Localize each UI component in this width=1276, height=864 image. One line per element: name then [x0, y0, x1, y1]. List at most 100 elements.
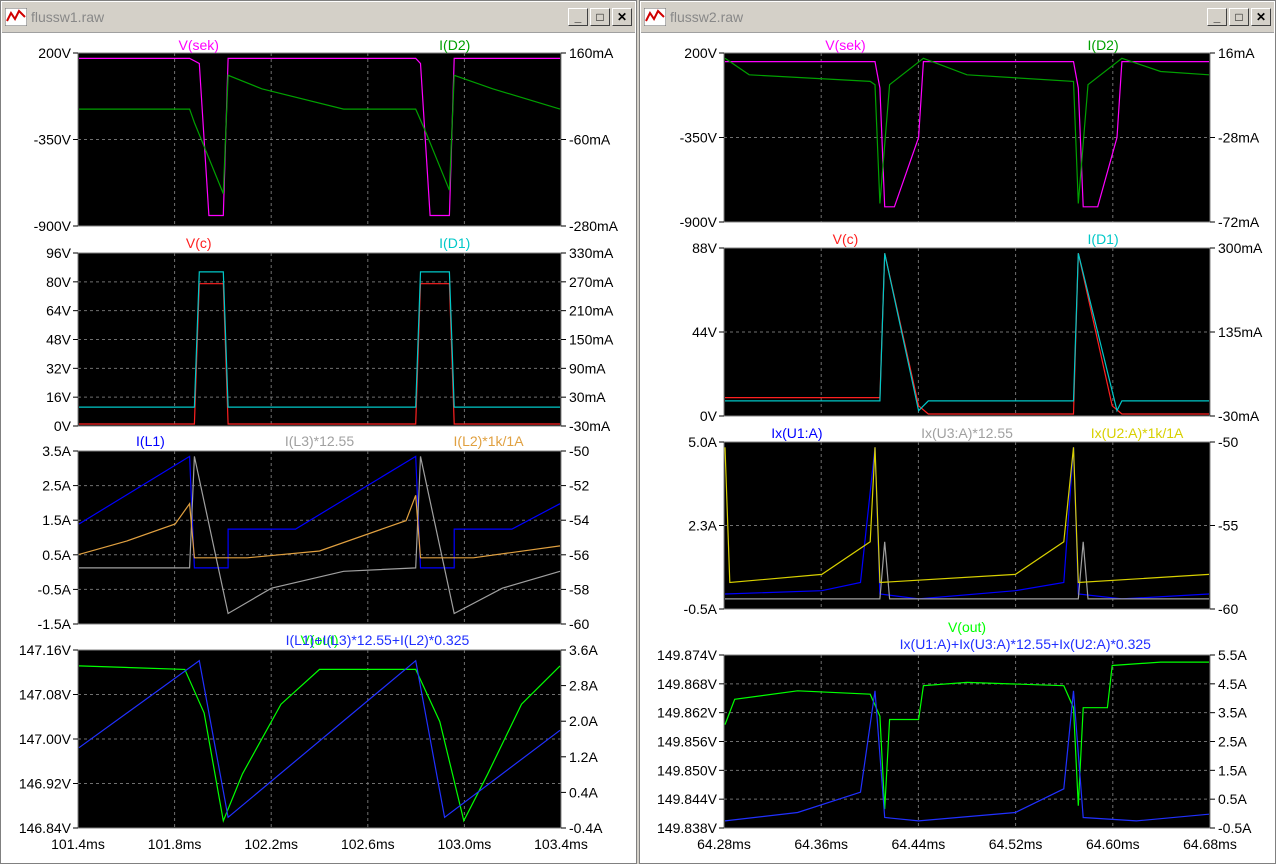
right-tick-label: -72mA [1218, 214, 1260, 230]
title-bar[interactable]: flussw1.raw _ □ ✕ [2, 2, 635, 33]
x-tick-label: 64.36ms [794, 836, 848, 852]
waveform-window-1[interactable]: flussw1.raw _ □ ✕ 200V -350V -900V 160mA -60… [0, 0, 637, 864]
right-tick-label: 2.8A [569, 678, 598, 694]
trace-label: I(L2)*1k/1A [454, 433, 525, 449]
waveform-window-2[interactable]: flussw2.raw _ □ ✕ 200V -350V -900V 16mA -28m… [639, 0, 1276, 864]
right-tick-label: -52 [569, 478, 589, 494]
x-tick-label: 64.44ms [892, 836, 946, 852]
right-tick-label: 300mA [1218, 240, 1263, 256]
trace-label: I(D2) [1088, 37, 1119, 53]
right-tick-label: 90mA [569, 360, 606, 376]
right-tick-label: -50 [569, 443, 589, 459]
x-tick-label: 101.4ms [51, 836, 105, 852]
right-tick-label: 5.5A [1218, 647, 1247, 663]
left-tick-label: 1.5A [42, 512, 71, 528]
left-tick-label: 147.00V [19, 731, 72, 747]
right-tick-label: 150mA [569, 332, 614, 348]
trace-label: I(D1) [1088, 231, 1119, 247]
window-title: flussw2.raw [670, 9, 744, 25]
right-tick-label: 16mA [1218, 45, 1255, 61]
left-tick-label: 2.3A [688, 518, 717, 534]
left-tick-label: 149.850V [657, 762, 718, 778]
right-tick-label: 330mA [569, 245, 614, 261]
left-tick-label: 96V [46, 245, 72, 261]
plot-pane-4: 147.16V 147.08V 147.00V 146.92V 146.84V 3.6A 2… [19, 632, 603, 836]
right-tick-label: 2.5A [1218, 734, 1247, 750]
right-tick-label: -28mA [1218, 130, 1260, 146]
right-tick-label: -30mA [569, 418, 611, 434]
left-tick-label: 200V [38, 45, 71, 61]
trace-label: Ix(U1:A) [771, 425, 822, 441]
left-tick-label: 3.5A [42, 443, 71, 459]
close-button[interactable]: ✕ [612, 8, 632, 26]
right-tick-label: -60 [569, 616, 589, 632]
plot-area[interactable]: 200V -350V -900V 16mA -28mA -72mA V(sek) I(D2) 8… [644, 34, 1272, 862]
left-tick-label: -0.5A [38, 581, 72, 597]
left-tick-label: 146.84V [19, 820, 72, 836]
left-tick-label: 2.5A [42, 478, 71, 494]
plot-pane-3: 5.0A 2.3A -0.5A -50 -55 -60 Ix(U1:A) Ix(U3:A)*1… [684, 425, 1239, 617]
right-tick-label: 4.5A [1218, 676, 1247, 692]
right-tick-label: 135mA [1218, 324, 1263, 340]
right-tick-label: -50 [1218, 434, 1238, 450]
right-tick-label: -0.4A [569, 820, 603, 836]
left-tick-label: 0.5A [42, 547, 71, 563]
restore-button[interactable]: □ [590, 8, 610, 26]
left-tick-label: 149.874V [657, 647, 718, 663]
x-tick-label: 103.0ms [438, 836, 492, 852]
left-tick-label: 80V [46, 274, 72, 290]
x-tick-label: 102.2ms [244, 836, 298, 852]
window-title: flussw1.raw [31, 9, 105, 25]
right-tick-label: -280mA [569, 218, 619, 234]
left-tick-label: 44V [692, 324, 718, 340]
right-tick-label: 1.5A [1218, 762, 1247, 778]
plot-pane-1: 200V -350V -900V 160mA -60mA -280mA V(sek) I(D2… [34, 37, 619, 234]
right-tick-label: -54 [569, 512, 589, 528]
right-tick-label: -30mA [1218, 408, 1260, 424]
left-tick-label: 149.844V [657, 791, 718, 807]
right-tick-label: 160mA [569, 45, 614, 61]
left-tick-label: -1.5A [38, 616, 72, 632]
right-tick-label: 3.6A [569, 642, 598, 658]
plot-pane-2: 96V 80V 64V 48V 32V 16V 0V 330mA 270mA 210mA 150mA… [46, 235, 614, 434]
left-tick-label: 147.16V [19, 642, 72, 658]
left-tick-label: 48V [46, 332, 72, 348]
right-tick-label: -58 [569, 581, 589, 597]
left-tick-label: 200V [684, 45, 717, 61]
close-button[interactable]: ✕ [1251, 8, 1271, 26]
left-tick-label: 5.0A [688, 434, 717, 450]
left-tick-label: 16V [46, 389, 72, 405]
right-tick-label: 30mA [569, 389, 606, 405]
left-tick-label: 0V [54, 418, 72, 434]
left-tick-label: -900V [34, 218, 72, 234]
expression-label: I(L1)+I(L3)*12.55+I(L2)*0.325 [286, 632, 470, 648]
left-tick-label: 147.08V [19, 687, 72, 703]
right-tick-label: 1.2A [569, 749, 598, 765]
minimize-button[interactable]: _ [1207, 8, 1227, 26]
trace-label: I(L3)*12.55 [285, 433, 354, 449]
minimize-button[interactable]: _ [568, 8, 588, 26]
left-tick-label: 64V [46, 303, 72, 319]
right-tick-label: 210mA [569, 303, 614, 319]
left-tick-label: 88V [692, 240, 718, 256]
trace-label: I(L1) [136, 433, 165, 449]
plot-pane-4: 149.874V 149.868V 149.862V 149.856V 149.850V… [657, 619, 1252, 836]
trace-label: Ix(U3:A)*12.55 [921, 425, 1013, 441]
title-bar[interactable]: flussw2.raw _ □ ✕ [641, 2, 1274, 33]
trace-label: I(D1) [439, 235, 470, 251]
trace-label: V(out) [948, 619, 986, 635]
plot-area[interactable]: 200V -350V -900V 160mA -60mA -280mA V(sek) I(D2… [5, 34, 633, 862]
trace-label: I(D2) [439, 37, 470, 53]
restore-button[interactable]: □ [1229, 8, 1249, 26]
x-tick-label: 64.60ms [1086, 836, 1140, 852]
left-tick-label: 32V [46, 360, 72, 376]
x-tick-label: 64.28ms [697, 836, 751, 852]
left-tick-label: 0V [700, 408, 718, 424]
right-tick-label: 2.0A [569, 713, 598, 729]
left-tick-label: -350V [34, 132, 72, 148]
right-tick-label: -60mA [569, 132, 611, 148]
x-tick-label: 102.6ms [341, 836, 395, 852]
trace-label: V(sek) [179, 37, 219, 53]
left-tick-label: 149.856V [657, 734, 718, 750]
plot-pane-2: 88V 44V 0V 300mA 135mA -30mA V(c) I(D1) [692, 231, 1263, 424]
